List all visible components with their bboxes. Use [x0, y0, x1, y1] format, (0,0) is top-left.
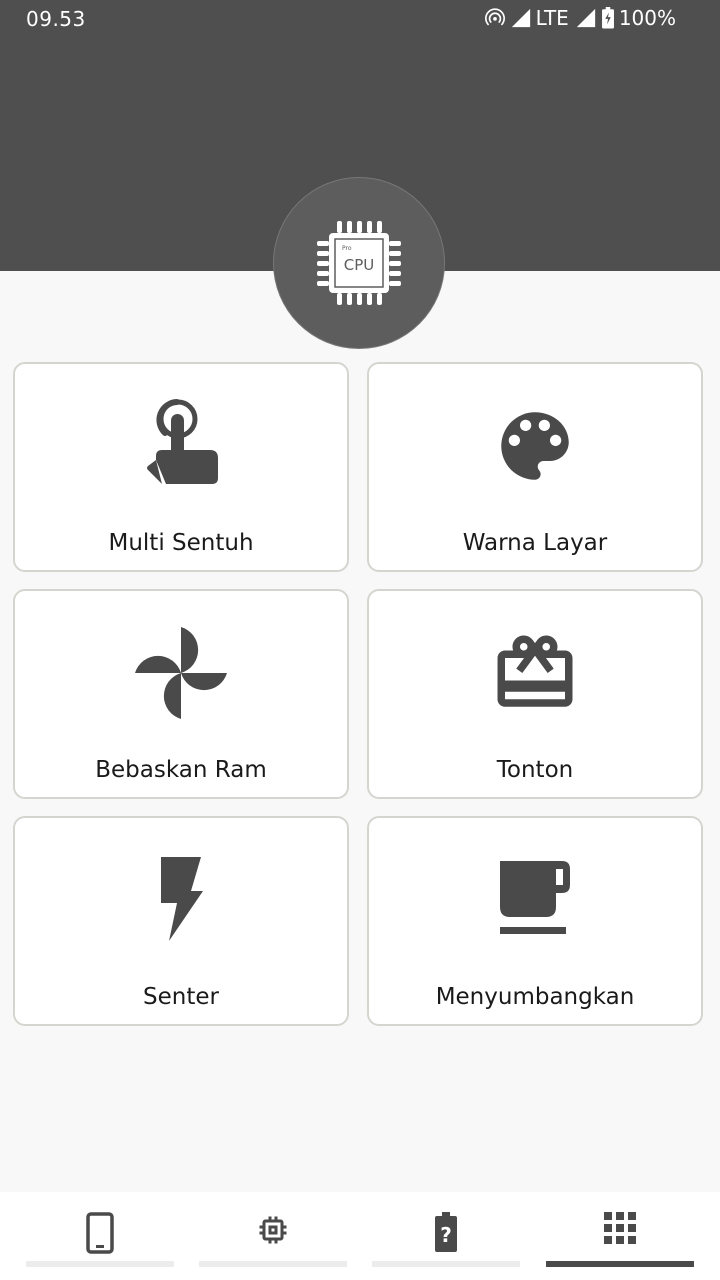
coffee-icon — [500, 861, 570, 934]
palette-icon — [501, 412, 569, 480]
signal-icon — [511, 8, 530, 28]
nav-indicator — [199, 1261, 347, 1267]
bottom-navigation: ? — [0, 1192, 720, 1280]
tool-label: Multi Sentuh — [108, 530, 254, 556]
network-type: LTE — [535, 6, 569, 30]
app-logo: Pro CPU — [274, 178, 444, 348]
tool-card-watch[interactable]: Tonton — [367, 589, 703, 799]
status-icons: LTE 100% — [484, 6, 676, 30]
nav-tab-cpu[interactable] — [199, 1192, 347, 1272]
chip-icon — [259, 1216, 287, 1244]
battery-charging-icon — [601, 7, 614, 29]
nav-indicator-active — [546, 1261, 694, 1267]
tool-card-donate[interactable]: Menyumbangkan — [367, 816, 703, 1026]
battery-level: 100% — [618, 6, 676, 30]
nav-tab-tools[interactable] — [546, 1192, 694, 1272]
status-time: 09.53 — [26, 7, 86, 31]
tool-card-flashlight[interactable]: Senter — [13, 816, 349, 1026]
tool-card-free-ram[interactable]: Bebaskan Ram — [13, 589, 349, 799]
nav-tab-battery[interactable]: ? — [372, 1192, 520, 1272]
phone-icon — [86, 1212, 114, 1254]
status-bar: 09.53 LTE 100% — [0, 0, 720, 38]
hotspot-icon — [484, 8, 505, 26]
tool-label: Senter — [143, 984, 219, 1010]
svg-text:?: ? — [440, 1223, 452, 1247]
signal-icon — [576, 8, 595, 28]
gift-card-icon — [497, 635, 573, 707]
tool-card-multi-touch[interactable]: Multi Sentuh — [13, 362, 349, 572]
logo-text: CPU — [344, 256, 375, 274]
nav-tab-device[interactable] — [26, 1192, 174, 1272]
tool-label: Menyumbangkan — [435, 984, 635, 1010]
battery-unknown-icon: ? — [435, 1212, 457, 1252]
tool-label: Tonton — [496, 757, 574, 783]
flash-icon — [161, 857, 203, 941]
nav-indicator — [372, 1261, 520, 1267]
nav-indicator — [26, 1261, 174, 1267]
tool-label: Bebaskan Ram — [95, 757, 267, 783]
pinwheel-icon — [135, 627, 227, 719]
logo-small-text: Pro — [342, 245, 352, 252]
tool-card-screen-color[interactable]: Warna Layar — [367, 362, 703, 572]
tool-label: Warna Layar — [462, 530, 608, 556]
cpu-chip-icon: Pro CPU — [317, 221, 401, 305]
touch-icon — [147, 399, 218, 484]
apps-grid-icon — [604, 1212, 636, 1244]
